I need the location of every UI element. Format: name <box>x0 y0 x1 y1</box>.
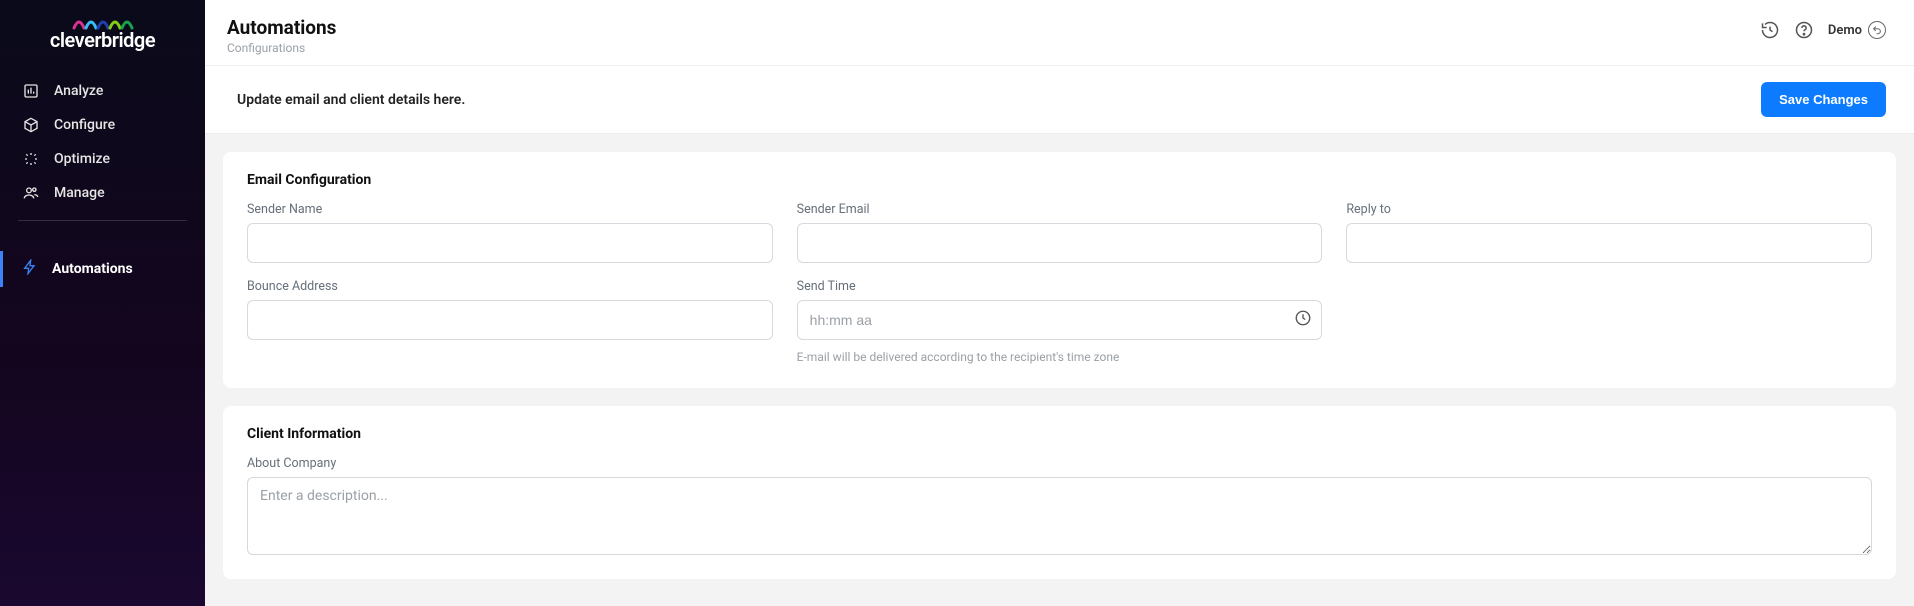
sender-email-input[interactable] <box>797 223 1323 263</box>
cube-icon <box>22 116 40 134</box>
sidebar-item-automations-wrap: Automations <box>0 251 205 287</box>
bolt-icon <box>22 259 38 279</box>
save-button[interactable]: Save Changes <box>1761 82 1886 117</box>
demo-toggle[interactable]: Demo <box>1828 21 1886 39</box>
page-subtitle: Configurations <box>227 41 336 55</box>
demo-label: Demo <box>1828 23 1862 38</box>
sender-name-input[interactable] <box>247 223 773 263</box>
action-bar: Update email and client details here. Sa… <box>205 66 1914 134</box>
sidebar-item-label: Automations <box>52 261 133 277</box>
brand-logo: cleverbridge <box>0 6 205 70</box>
about-company-textarea[interactable] <box>247 477 1872 555</box>
help-icon[interactable] <box>1794 20 1814 40</box>
sidebar-item-label: Configure <box>54 117 115 133</box>
users-icon <box>22 184 40 202</box>
action-hint: Update email and client details here. <box>237 92 465 108</box>
page-title: Automations <box>227 16 336 39</box>
sidebar-item-analyze[interactable]: Analyze <box>0 74 205 108</box>
reply-to-label: Reply to <box>1346 202 1872 217</box>
sidebar-item-manage[interactable]: Manage <box>0 176 205 210</box>
sidebar-item-optimize[interactable]: Optimize <box>0 142 205 176</box>
sender-name-label: Sender Name <box>247 202 773 217</box>
history-icon[interactable] <box>1760 20 1780 40</box>
reply-to-input[interactable] <box>1346 223 1872 263</box>
sidebar-item-configure[interactable]: Configure <box>0 108 205 142</box>
spark-icon <box>22 150 40 168</box>
brand-name: cleverbridge <box>50 28 155 52</box>
sidebar-nav: Analyze Configure Optimize Manage <box>0 70 205 210</box>
main-content: Automations Configurations Demo U <box>205 0 1914 606</box>
email-config-title: Email Configuration <box>247 172 1872 188</box>
about-company-label: About Company <box>247 456 1872 471</box>
bounce-address-label: Bounce Address <box>247 279 773 294</box>
sidebar-divider <box>18 220 187 221</box>
sender-email-label: Sender Email <box>797 202 1323 217</box>
sidebar-item-label: Manage <box>54 185 105 201</box>
send-time-input[interactable] <box>797 300 1323 340</box>
sidebar: cleverbridge Analyze Configure Optimize <box>0 0 205 606</box>
sidebar-item-label: Analyze <box>54 83 103 99</box>
client-info-card: Client Information About Company <box>223 406 1896 579</box>
send-time-helper: E-mail will be delivered according to th… <box>797 350 1323 364</box>
sidebar-item-automations[interactable]: Automations <box>3 251 205 287</box>
client-info-title: Client Information <box>247 426 1872 442</box>
email-config-card: Email Configuration Sender Name Sender E… <box>223 152 1896 388</box>
chart-icon <box>22 82 40 100</box>
send-time-label: Send Time <box>797 279 1323 294</box>
sidebar-item-label: Optimize <box>54 151 110 167</box>
page-header: Automations Configurations Demo <box>205 0 1914 66</box>
bounce-address-input[interactable] <box>247 300 773 340</box>
undo-icon <box>1868 21 1886 39</box>
